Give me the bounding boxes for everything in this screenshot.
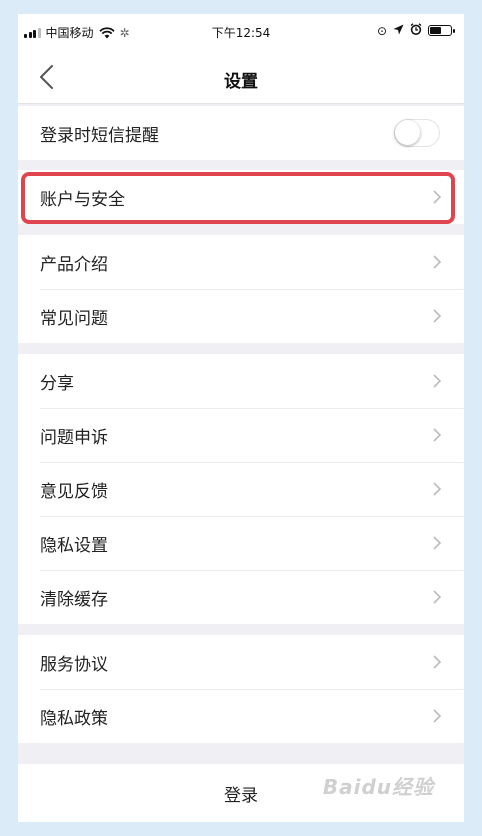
clear-cache-row[interactable]: 清除缓存: [18, 570, 464, 624]
settings-group-account: 账户与安全: [18, 170, 464, 224]
settings-group-misc: 分享 问题申诉 意见反馈 隐私设置 清除缓存: [18, 354, 464, 624]
chevron-right-icon: [433, 428, 442, 442]
chevron-right-icon: [433, 536, 442, 550]
chevron-right-icon: [433, 709, 442, 723]
row-label: 产品介绍: [40, 254, 108, 275]
row-label: 隐私政策: [40, 708, 108, 729]
location-icon: [393, 24, 404, 38]
chevron-right-icon: [433, 190, 442, 204]
watermark-logo: Baidu经验: [322, 775, 434, 799]
appeal-row[interactable]: 问题申诉: [18, 408, 464, 462]
status-right: ⊙: [376, 23, 455, 38]
settings-group-legal: 服务协议 隐私政策: [18, 635, 464, 743]
settings-group-sms: 登录时短信提醒: [18, 106, 464, 160]
chevron-right-icon: [433, 374, 442, 388]
row-label: 分享: [40, 373, 74, 394]
row-label: 服务协议: [40, 654, 108, 675]
account-security-row[interactable]: 账户与安全: [18, 170, 464, 224]
faq-row[interactable]: 常见问题: [18, 289, 464, 343]
row-label: 账户与安全: [40, 189, 125, 210]
status-bar: 中国移动 ✲ 下午12:54 ⊙: [18, 14, 464, 50]
chevron-right-icon: [433, 655, 442, 669]
service-agreement-row[interactable]: 服务协议: [18, 635, 464, 689]
privacy-policy-row[interactable]: 隐私政策: [18, 689, 464, 743]
row-label: 登录时短信提醒: [40, 125, 159, 146]
sms-reminder-row: 登录时短信提醒: [18, 106, 464, 160]
page-title: 设置: [224, 72, 258, 92]
battery-icon: [428, 25, 455, 36]
row-label: 清除缓存: [40, 589, 108, 610]
alarm-icon: [410, 23, 422, 38]
row-label: 意见反馈: [40, 481, 108, 502]
product-intro-row[interactable]: 产品介绍: [18, 235, 464, 289]
row-label: 问题申诉: [40, 427, 108, 448]
share-row[interactable]: 分享: [18, 354, 464, 408]
settings-group-product: 产品介绍 常见问题: [18, 235, 464, 343]
row-label: 隐私设置: [40, 535, 108, 556]
row-label: 常见问题: [40, 308, 108, 329]
nav-bar: 设置: [18, 50, 464, 104]
privacy-settings-row[interactable]: 隐私设置: [18, 516, 464, 570]
chevron-right-icon: [433, 309, 442, 323]
phone-screen: 中国移动 ✲ 下午12:54 ⊙ 设置 登录时短信提醒 账户与安全 产品介绍 常…: [18, 14, 464, 822]
chevron-right-icon: [433, 482, 442, 496]
feedback-row[interactable]: 意见反馈: [18, 462, 464, 516]
rotation-lock-icon: ⊙: [376, 23, 387, 38]
sms-reminder-toggle[interactable]: [394, 119, 440, 147]
chevron-right-icon: [433, 590, 442, 604]
toggle-knob: [395, 120, 420, 145]
chevron-right-icon: [433, 255, 442, 269]
